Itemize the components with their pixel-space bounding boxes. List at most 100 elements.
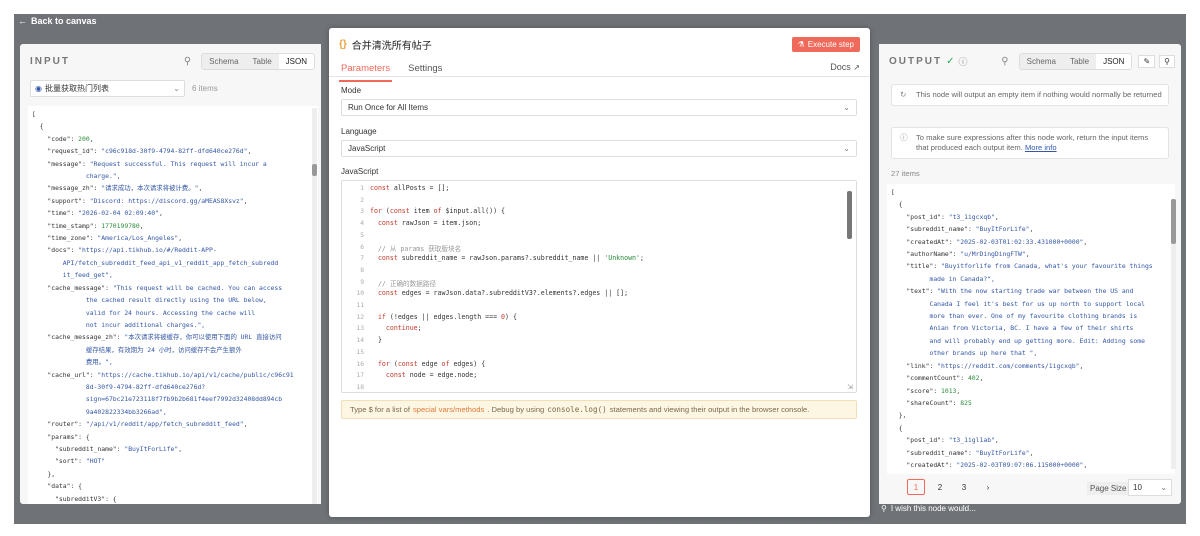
- feedback-prompt[interactable]: ⚲ I wish this node would...: [881, 504, 976, 513]
- json-line: "message_zh": "请求成功，本次请求将被计费。",: [32, 184, 203, 193]
- output-title: OUTPUT: [889, 55, 943, 67]
- line-number: 8: [360, 266, 364, 274]
- json-line: {: [891, 200, 903, 209]
- json-line: "post_id": "t3_1igl1ab",: [891, 436, 999, 445]
- search-icon[interactable]: ⚲: [1001, 56, 1008, 67]
- docs-label: Docs: [830, 62, 851, 72]
- page-2[interactable]: 2: [931, 479, 949, 495]
- page-size-select[interactable]: 10 ⌄: [1128, 479, 1172, 496]
- output-tab-table[interactable]: Table: [1063, 54, 1096, 69]
- special-vars-link[interactable]: special vars/methods: [413, 405, 484, 414]
- input-tab-table[interactable]: Table: [246, 54, 279, 69]
- line-number: 14: [356, 337, 364, 345]
- back-to-canvas-button[interactable]: ← Back to canvas: [18, 14, 97, 28]
- json-line: "title": "Buyitforlife from Canada, what…: [891, 262, 1153, 271]
- line-number: 18: [356, 383, 364, 391]
- refresh-icon: ↻: [900, 90, 907, 99]
- hint-code: console.log(): [547, 405, 607, 414]
- tab-parameters[interactable]: Parameters: [339, 62, 393, 82]
- json-line: "params": {: [32, 432, 90, 441]
- json-line: [: [32, 110, 36, 118]
- line-number: 6: [360, 243, 364, 251]
- input-tab-json[interactable]: JSON: [278, 53, 314, 69]
- json-line: "docs": "https://api.tikhub.io/#/Reddit-…: [32, 246, 217, 255]
- json-line: not incur additional charges.",: [32, 320, 206, 329]
- docs-link[interactable]: Docs ↗: [830, 62, 860, 72]
- code-line: // 从 params 获取版块名: [370, 244, 462, 253]
- code-line: const allPosts = [];: [370, 184, 450, 192]
- json-line: "router": "/api/v1/reddit/app/fetch_subr…: [32, 420, 248, 429]
- node-title[interactable]: 合并清洗所有帖子: [352, 37, 432, 52]
- json-line: "post_id": "t3_1igcxqb",: [891, 212, 999, 221]
- json-line: charge.",: [32, 172, 121, 181]
- output-panel: OUTPUT ✓ ⓘ ⚲ Schema Table JSON ✎ ⚲ ↻ Thi…: [879, 44, 1181, 504]
- hint-middle: . Debug by using: [487, 405, 545, 414]
- json-line: "shareCount": 825: [891, 398, 972, 407]
- execute-step-button[interactable]: ⚗ Execute step: [791, 37, 860, 52]
- next-page-icon[interactable]: ›: [979, 479, 997, 495]
- page-1[interactable]: 1: [907, 479, 925, 495]
- input-scrollbar-thumb[interactable]: [312, 164, 317, 176]
- edit-icon[interactable]: ✎: [1138, 54, 1156, 68]
- more-info-link[interactable]: More info: [1025, 143, 1057, 152]
- language-select[interactable]: JavaScript ⌄: [341, 140, 857, 157]
- json-line: Canada I feel it's best for us up north …: [891, 299, 1145, 308]
- json-line: "authorName": "u/MrDingDingFTW",: [891, 250, 1030, 259]
- output-scrollbar-thumb[interactable]: [1171, 199, 1176, 244]
- input-panel: INPUT ⚲ Schema Table JSON ◉ 批量获取热门列表 ⌄ 6…: [20, 44, 321, 504]
- json-line: "support": "Discord: https://discord.gg/…: [32, 196, 248, 205]
- lightbulb-icon: ⚲: [881, 504, 887, 513]
- code-scrollbar[interactable]: [847, 191, 852, 239]
- line-number: 4: [360, 220, 364, 228]
- code-line: }: [370, 336, 382, 345]
- output-tab-json[interactable]: JSON: [1096, 53, 1132, 69]
- page-size-value: 10: [1133, 483, 1142, 492]
- code-label: JavaScript: [341, 167, 379, 176]
- json-line: the cached result directly using the URL…: [32, 296, 267, 305]
- input-scrollbar[interactable]: [312, 108, 317, 504]
- code-line: if (!edges || edges.length === 0) {: [377, 312, 517, 321]
- json-line: "createdAt": "2025-02-03T01:02:33.431000…: [891, 237, 1088, 246]
- tab-settings[interactable]: Settings: [406, 62, 444, 80]
- page-3[interactable]: 3: [955, 479, 973, 495]
- hint-suffix: statements and viewing their output in t…: [609, 405, 810, 414]
- output-tab-schema[interactable]: Schema: [1020, 54, 1063, 69]
- json-line: },: [891, 411, 907, 420]
- json-line: "time_stamp": 1770199780,: [32, 221, 144, 230]
- search-icon[interactable]: ⚲: [184, 56, 191, 67]
- line-number-gutter: 1 2 3 4 5 6 7 8 9 10 11 12 13 14 15 16 17 18: [342, 181, 366, 392]
- json-line: valid for 24 hours. Accessing the cache …: [32, 308, 256, 317]
- json-line: it_feed_get",: [32, 271, 113, 280]
- output-json-viewer[interactable]: [ { "post_id": "t3_1igcxqb", "subreddit_…: [887, 184, 1175, 474]
- json-line: "score": 1013,: [891, 386, 961, 395]
- json-line: 9a402822334bb3266ad",: [32, 407, 167, 416]
- output-scrollbar[interactable]: [1171, 199, 1176, 469]
- line-number: 2: [360, 196, 364, 204]
- line-number: 15: [356, 348, 364, 356]
- json-line: "time": "2026-02-04 02:09:40",: [32, 209, 163, 218]
- line-number: 10: [356, 290, 364, 298]
- input-node-select-value: 批量获取热门列表: [44, 84, 109, 93]
- pagination: 1 2 3 ›: [907, 479, 997, 495]
- json-line: {: [32, 122, 44, 131]
- code-line: const rawJson = item.json;: [377, 219, 482, 228]
- input-json-viewer[interactable]: [ { "code": 200, "request_id": "c96c918d…: [28, 106, 318, 504]
- chevron-down-icon: ⌄: [843, 144, 850, 153]
- line-number: 7: [360, 255, 364, 263]
- resize-handle-icon[interactable]: ⇲: [847, 383, 853, 391]
- input-tab-schema[interactable]: Schema: [202, 54, 245, 69]
- json-line: },: [32, 469, 56, 478]
- input-view-switch: Schema Table JSON: [201, 52, 315, 70]
- output-view-switch: Schema Table JSON: [1018, 52, 1133, 70]
- mode-select[interactable]: Run Once for All Items ⌄: [341, 99, 857, 116]
- input-node-select[interactable]: ◉ 批量获取热门列表 ⌄: [30, 80, 185, 97]
- json-line: 缓存结果，有效期为 24 小时，访问缓存不会产生额外: [32, 345, 242, 354]
- json-line: 费用。",: [32, 358, 113, 367]
- info-icon[interactable]: ⓘ: [959, 55, 968, 68]
- pin-icon[interactable]: ⚲: [1159, 54, 1175, 68]
- json-line: and will probably end up getting more. E…: [891, 336, 1145, 345]
- line-number: 11: [356, 302, 364, 309]
- line-number: 3: [360, 208, 364, 216]
- code-editor[interactable]: 1 2 3 4 5 6 7 8 9 10 11 12 13 14 15 16 17 18 const allPos…: [341, 180, 857, 393]
- json-line: "link": "https://reddit.com/comments/1ig…: [891, 361, 1084, 370]
